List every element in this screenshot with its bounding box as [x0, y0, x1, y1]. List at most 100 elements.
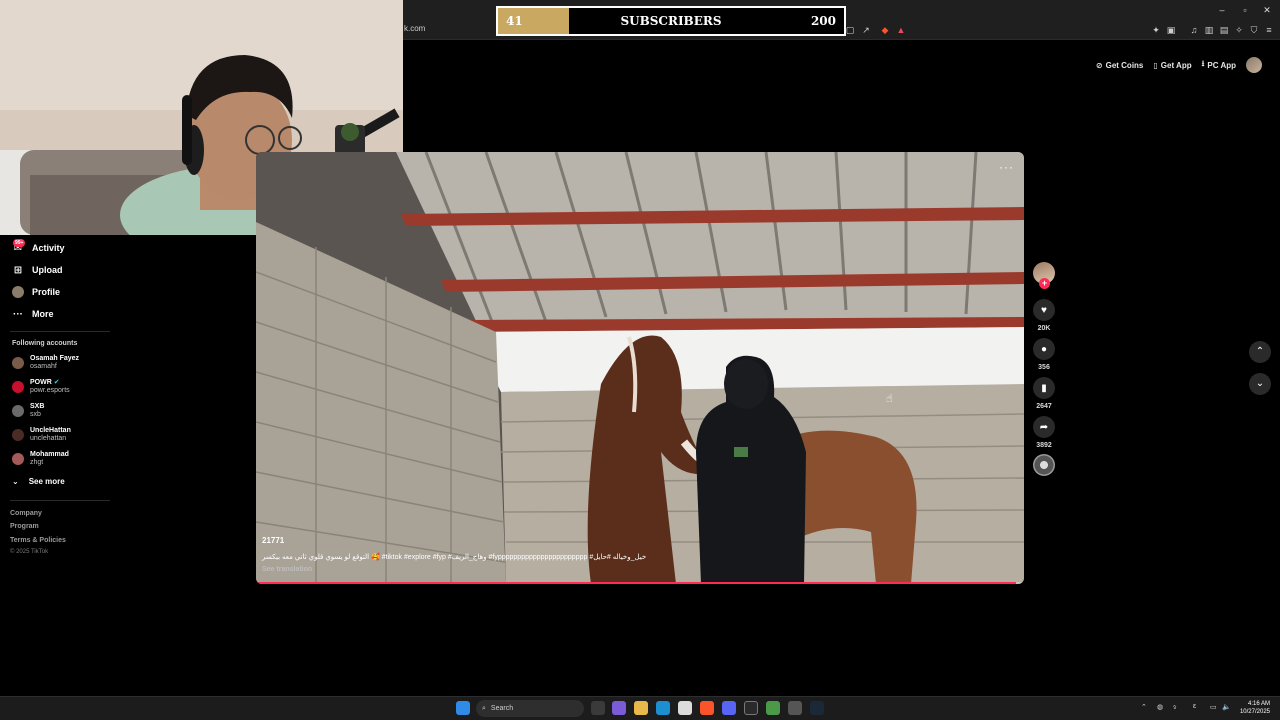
sidebar-divider — [10, 500, 110, 501]
more-icon: ··· — [13, 308, 23, 320]
footer-link-program[interactable]: Program — [10, 523, 39, 530]
tray-chevron-up-icon[interactable]: ⌃ — [1141, 703, 1147, 711]
avatar — [12, 429, 24, 441]
start-icon[interactable] — [456, 701, 470, 715]
footer-link-terms[interactable]: Terms & Policies — [10, 537, 66, 544]
video-progress-fill — [256, 582, 1017, 584]
share-arrow-icon: ➦ — [1039, 421, 1049, 433]
store-icon[interactable] — [678, 701, 692, 715]
windows-taskbar: ⌕ Search ⌃ ◍ ⍚ ε ▭ 🔈 4:16 AM 10/27/2025 — [0, 696, 1280, 720]
brave-icon[interactable] — [700, 701, 714, 715]
sidebar-divider — [10, 331, 110, 332]
subscriber-goal-label: SUBSCRIBERS — [620, 14, 722, 28]
following-account-item[interactable]: SXB sxb — [12, 403, 44, 419]
sidebar-item-upload[interactable]: ⊞ Upload — [12, 264, 63, 276]
video-caption: التوقع لو يسوي قلوي ثاني معه بيكسر 🥰 #ti… — [262, 554, 647, 561]
save-count: 2647 — [1036, 403, 1052, 410]
clock-time: 4:16 AM — [1247, 701, 1270, 707]
sidebar-item-label: Upload — [32, 265, 63, 275]
restore-button[interactable]: ▫ — [1235, 4, 1255, 16]
copilot-icon[interactable] — [612, 701, 626, 715]
volume-icon[interactable]: 🔈 — [1222, 703, 1231, 711]
comment-icon: ● — [1040, 343, 1048, 355]
taskbar-clock[interactable]: 4:16 AM 10/27/2025 — [1240, 700, 1270, 716]
discord-icon[interactable] — [722, 701, 736, 715]
share-button[interactable]: ➦ — [1033, 416, 1055, 438]
account-handle: unclehattan — [30, 435, 67, 442]
get-coins-button[interactable]: ⊘ Get Coins — [1096, 61, 1143, 70]
profile-icon — [12, 286, 24, 298]
like-count: 20K — [1037, 325, 1051, 332]
language-icon[interactable]: ε — [1193, 703, 1196, 710]
following-account-item[interactable]: POWR ✔ powr.esports — [12, 379, 70, 395]
media-icon[interactable]: ♫ — [1188, 24, 1200, 36]
taskbar-search-label: Search — [490, 705, 514, 712]
copyright-text: © 2025 TikTok — [10, 549, 49, 555]
account-handle: powr.esports — [30, 387, 70, 394]
brave-rewards-icon[interactable]: ▲ — [895, 24, 907, 36]
account-name: UncleHattan — [30, 427, 71, 434]
see-more-label: See more — [28, 477, 65, 486]
app-icon[interactable] — [744, 701, 758, 715]
steam-icon[interactable] — [810, 701, 824, 715]
screenshot-icon[interactable]: ▣ — [1165, 24, 1177, 36]
comment-count: 356 — [1038, 364, 1050, 371]
following-accounts-title: Following accounts — [12, 340, 78, 347]
share-icon[interactable]: ↗ — [860, 24, 872, 36]
sidebar-item-more[interactable]: ··· More — [12, 308, 54, 320]
extensions-icon[interactable]: ✦ — [1150, 24, 1162, 36]
obs-icon[interactable] — [788, 701, 802, 715]
see-translation-link[interactable]: See translation — [262, 566, 312, 573]
video-progress-bar[interactable] — [256, 582, 1024, 584]
file-explorer-icon[interactable] — [634, 701, 648, 715]
minimize-button[interactable]: – — [1212, 4, 1232, 16]
following-account-item[interactable]: Mohammad zhgt — [12, 451, 69, 467]
video-more-options-icon[interactable]: ··· — [999, 160, 1014, 174]
coin-icon: ⊘ — [1095, 60, 1103, 70]
user-avatar[interactable] — [1246, 57, 1262, 73]
microphone-icon[interactable]: ⍚ — [1173, 703, 1177, 711]
pc-app-button[interactable]: ⭳ PC App — [1202, 58, 1236, 72]
edge-icon[interactable] — [656, 701, 670, 715]
following-account-item[interactable]: UncleHattan unclehattan — [12, 427, 71, 443]
video-username[interactable]: 21771 — [262, 536, 284, 545]
get-app-button[interactable]: ▯ Get App — [1153, 61, 1191, 70]
follow-plus-icon[interactable]: + — [1039, 278, 1050, 289]
account-name-text: POWR — [30, 379, 52, 386]
leo-icon[interactable]: ✧ — [1233, 24, 1245, 36]
video-player[interactable]: ··· 21771 التوقع لو يسوي قلوي ثاني معه ب… — [256, 152, 1024, 584]
like-button[interactable]: ♥ — [1033, 299, 1055, 321]
footer-link-company[interactable]: Company — [10, 510, 42, 517]
close-button[interactable]: ✕ — [1257, 4, 1277, 16]
save-button[interactable]: ▮ — [1033, 377, 1055, 399]
avatar — [12, 381, 24, 393]
comment-button[interactable]: ● — [1033, 338, 1055, 360]
chevron-down-icon: ⌄ — [1255, 378, 1265, 389]
account-name: Mohammad — [30, 451, 69, 458]
task-view-icon[interactable] — [591, 701, 605, 715]
top-actions-bar: ⊘ Get Coins ▯ Get App ⭳ PC App — [1096, 56, 1262, 74]
brave-shield-icon[interactable]: ◆ — [879, 24, 891, 36]
account-handle: sxb — [30, 411, 41, 418]
mouse-cursor-icon: ☝ — [886, 393, 893, 405]
following-account-item[interactable]: Osamah Fayez osamahf — [12, 355, 79, 371]
sidebar-item-profile[interactable]: Profile — [12, 286, 60, 298]
activity-badge: 99+ — [13, 239, 26, 247]
tray-app-icon[interactable]: ◍ — [1157, 703, 1163, 711]
next-video-button[interactable]: ⌄ — [1249, 373, 1271, 395]
chrome-icon[interactable] — [766, 701, 780, 715]
get-coins-label: Get Coins — [1105, 60, 1144, 70]
video-frame-image — [256, 152, 1024, 584]
menu-icon[interactable]: ≡ — [1263, 24, 1275, 36]
wallet-icon[interactable]: ▤ — [1218, 24, 1230, 36]
vpn-icon[interactable]: ⛉ — [1248, 24, 1260, 36]
see-more-button[interactable]: ⌄ See more — [12, 477, 65, 486]
chevron-up-icon: ⌃ — [1255, 346, 1265, 357]
music-disc-icon[interactable] — [1033, 454, 1055, 476]
network-icon[interactable]: ▭ — [1210, 703, 1217, 711]
address-bar-text: k.com — [404, 24, 426, 33]
avatar — [12, 405, 24, 417]
sidebar-toggle-icon[interactable]: ▥ — [1203, 24, 1215, 36]
previous-video-button[interactable]: ⌃ — [1249, 341, 1271, 363]
taskbar-search[interactable]: ⌕ Search — [476, 700, 584, 717]
